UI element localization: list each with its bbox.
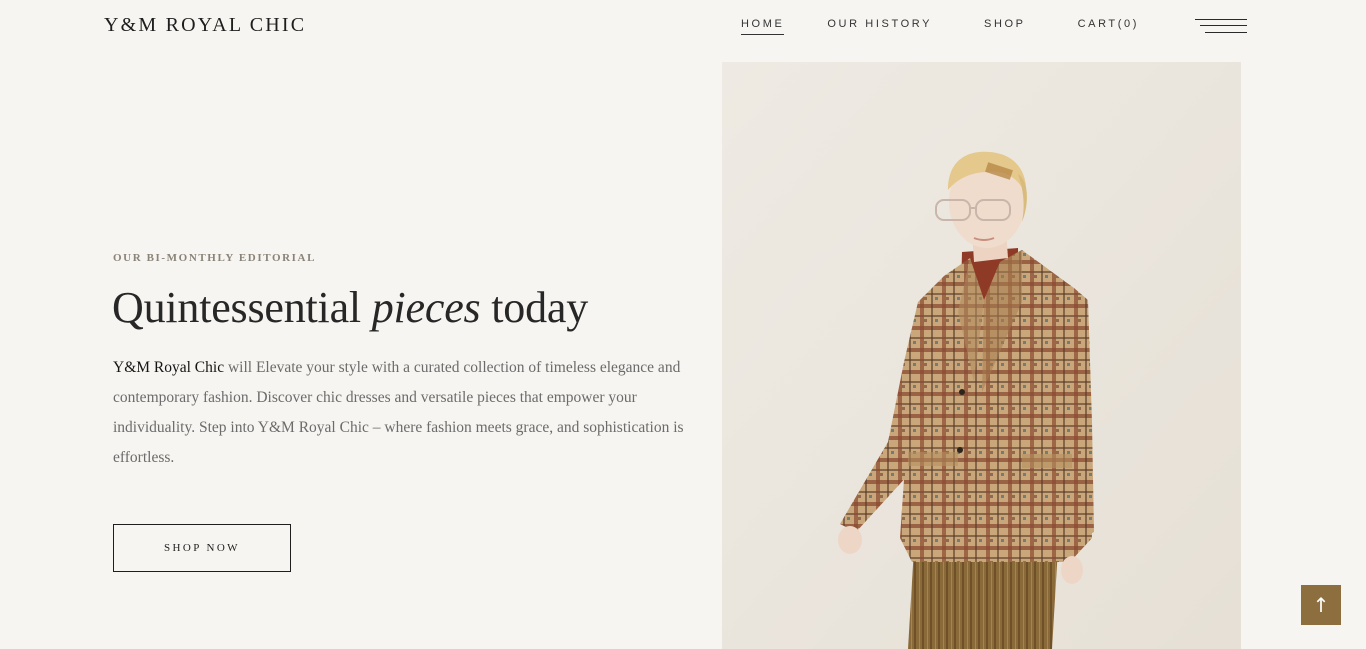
headline-part2: today xyxy=(480,283,589,332)
main-nav: HOME OUR HISTORY SHOP CART(0) xyxy=(741,18,1139,35)
headline-italic: pieces xyxy=(371,283,481,332)
hero-image xyxy=(722,62,1241,649)
nav-home[interactable]: HOME xyxy=(741,18,785,35)
back-to-top-button[interactable]: ↑ xyxy=(1301,585,1341,625)
hero-headline: Quintessential pieces today xyxy=(112,282,588,333)
brand-logo[interactable]: Y&M ROYAL CHIC xyxy=(104,14,306,37)
hero-description: Y&M Royal Chic will Elevate your style w… xyxy=(113,353,693,473)
nav-our-history[interactable]: OUR HISTORY xyxy=(827,18,932,35)
shop-now-button[interactable]: SHOP NOW xyxy=(113,524,291,572)
description-brand: Y&M Royal Chic xyxy=(113,359,225,376)
hamburger-menu-icon[interactable] xyxy=(1195,18,1247,34)
headline-part1: Quintessential xyxy=(112,283,372,332)
nav-shop[interactable]: SHOP xyxy=(984,18,1026,35)
editorial-eyebrow: OUR BI-MONTHLY EDITORIAL xyxy=(113,252,317,264)
nav-cart[interactable]: CART(0) xyxy=(1078,18,1139,35)
arrow-up-icon: ↑ xyxy=(1312,593,1330,617)
